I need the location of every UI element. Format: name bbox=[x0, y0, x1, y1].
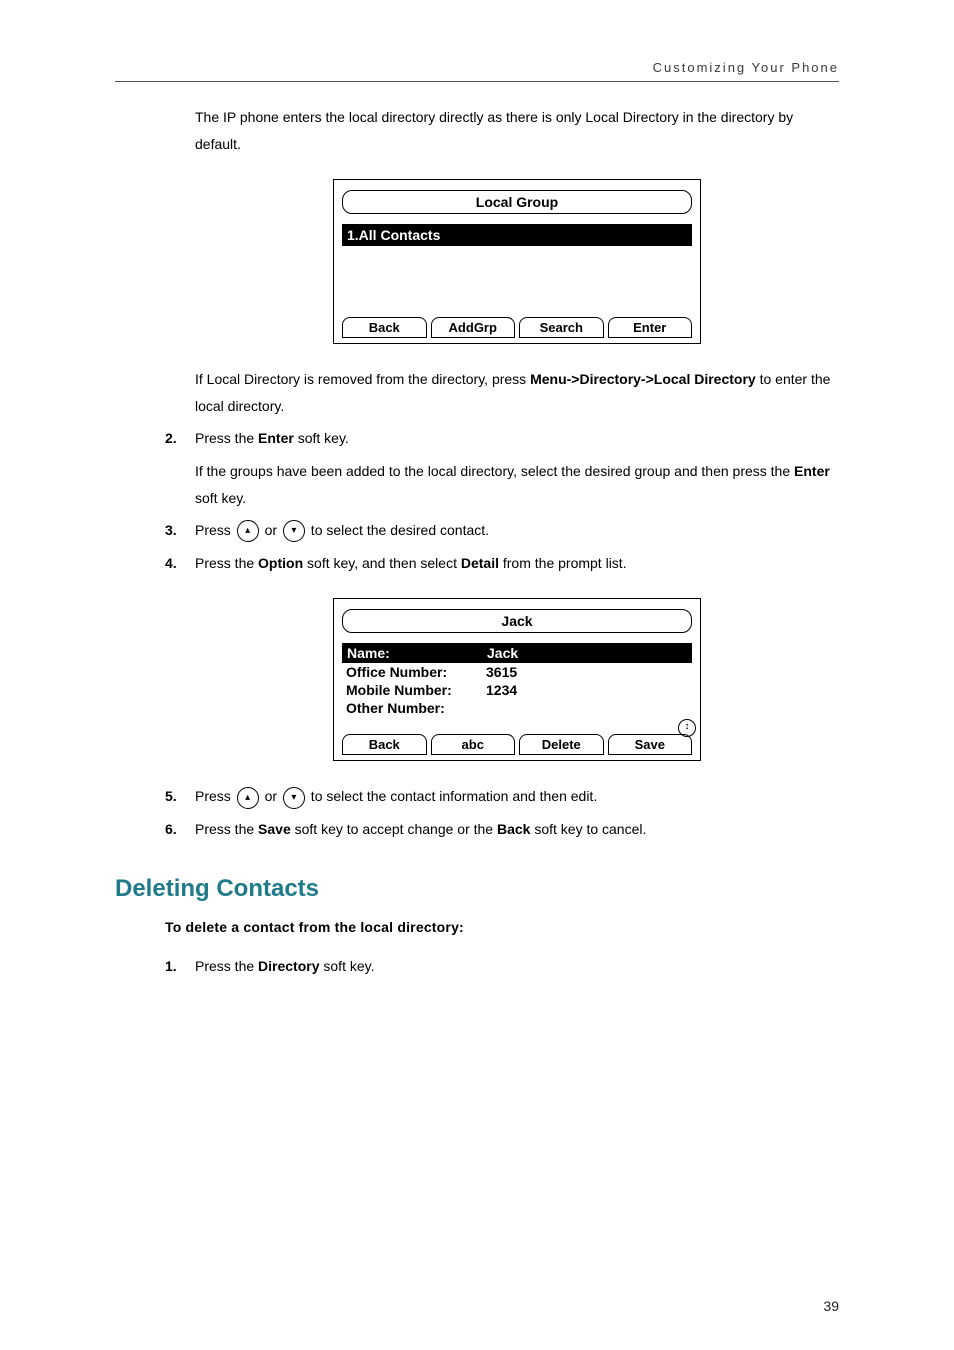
lcd-field-row: Other Number: bbox=[342, 699, 692, 717]
lcd-softkeys: BackAddGrpSearchEnter bbox=[342, 316, 692, 337]
softkey-addgrp: AddGrp bbox=[431, 317, 516, 338]
softkey-back: Back bbox=[342, 317, 427, 338]
page-number: 39 bbox=[823, 1298, 839, 1314]
figure-contact-detail: Jack Name:JackOffice Number:3615Mobile N… bbox=[195, 598, 839, 761]
running-head: Customizing Your Phone bbox=[115, 60, 839, 81]
step-text: Press ▴ or ▾ to select the desired conta… bbox=[195, 522, 489, 538]
bold-term: Detail bbox=[461, 555, 499, 571]
lcd-field-row: Name:Jack bbox=[342, 643, 692, 663]
step-item: 5. Press ▴ or ▾ to select the contact inf… bbox=[115, 783, 839, 810]
step-number: 6. bbox=[165, 816, 177, 843]
bold-term: Save bbox=[258, 821, 291, 837]
figure-local-group: Local Group 1.All Contacts BackAddGrpSea… bbox=[195, 179, 839, 344]
lcd-field-label: Name: bbox=[347, 645, 487, 661]
subheading: To delete a contact from the local direc… bbox=[165, 919, 839, 935]
menu-path: Menu->Directory->Local Directory bbox=[530, 371, 756, 387]
step-text: Press ▴ or ▾ to select the contact infor… bbox=[195, 788, 597, 804]
section-heading-deleting-contacts: Deleting Contacts bbox=[115, 875, 839, 903]
step-body: If the groups have been added to the loc… bbox=[195, 458, 839, 511]
softkey-save: Save bbox=[608, 734, 693, 755]
lcd-title: Jack bbox=[342, 609, 692, 633]
nav-down-icon: ▾ bbox=[283, 520, 305, 542]
lcd-field-value: 1234 bbox=[486, 682, 688, 698]
step-item: 6. Press the Save soft key to accept chan… bbox=[115, 816, 839, 843]
lcd-body: Name:JackOffice Number:3615Mobile Number… bbox=[342, 643, 692, 733]
bold-term: Option bbox=[258, 555, 303, 571]
nav-up-icon: ▴ bbox=[237, 520, 259, 542]
softkey-search: Search bbox=[519, 317, 604, 338]
step-number: 3. bbox=[165, 517, 177, 544]
steps-list-b: 5. Press ▴ or ▾ to select the contact inf… bbox=[115, 783, 839, 842]
lcd-field-value: 3615 bbox=[486, 664, 688, 680]
bold-term: Back bbox=[497, 821, 530, 837]
lcd-softkeys: BackabcDeleteSave bbox=[342, 733, 692, 754]
nav-up-icon: ▴ bbox=[237, 787, 259, 809]
lcd-field-value bbox=[486, 700, 688, 716]
lcd-field-value: Jack bbox=[487, 645, 687, 661]
intro-text: The IP phone enters the local directory … bbox=[195, 104, 839, 157]
intro-paragraph: The IP phone enters the local directory … bbox=[195, 104, 839, 157]
bold-term: Enter bbox=[258, 430, 294, 446]
softkey-enter: Enter bbox=[608, 317, 693, 338]
softkey-abc: abc bbox=[431, 734, 516, 755]
step-item: 4. Press the Option soft key, and then se… bbox=[115, 550, 839, 577]
step-text: Press the Save soft key to accept change… bbox=[195, 821, 646, 837]
softkey-delete: Delete bbox=[519, 734, 604, 755]
lcd-field-label: Office Number: bbox=[346, 664, 486, 680]
step-number: 1. bbox=[165, 953, 177, 980]
lcd-title: Local Group bbox=[342, 190, 692, 214]
step-number: 5. bbox=[165, 783, 177, 810]
step-text: Press the Directory soft key. bbox=[195, 958, 374, 974]
step-item: 1. Press the Directory soft key. bbox=[115, 953, 839, 980]
lcd-field-label: Mobile Number: bbox=[346, 682, 486, 698]
steps-list-a: 2. Press the Enter soft key. If the groups… bbox=[115, 425, 839, 576]
step-item: 3. Press ▴ or ▾ to select the desired con… bbox=[115, 517, 839, 544]
lcd-screen-2: Jack Name:JackOffice Number:3615Mobile N… bbox=[333, 598, 701, 761]
bold-term: Directory bbox=[258, 958, 319, 974]
lcd-field-label: Other Number: bbox=[346, 700, 486, 716]
step-item: 2. Press the Enter soft key. If the groups… bbox=[115, 425, 839, 511]
nav-down-icon: ▾ bbox=[283, 787, 305, 809]
step-number: 2. bbox=[165, 425, 177, 452]
text-fragment: If Local Directory is removed from the d… bbox=[195, 371, 530, 387]
after-figure1-paragraph: If Local Directory is removed from the d… bbox=[195, 366, 839, 419]
softkey-back: Back bbox=[342, 734, 427, 755]
step-text: Press the Enter soft key. bbox=[195, 430, 349, 446]
step-text: Press the Option soft key, and then sele… bbox=[195, 555, 627, 571]
lcd-selected-item: 1.All Contacts bbox=[342, 224, 692, 246]
steps-list-c: 1. Press the Directory soft key. bbox=[115, 953, 839, 980]
step-number: 4. bbox=[165, 550, 177, 577]
lcd-field-row: Mobile Number:1234 bbox=[342, 681, 692, 699]
lcd-screen-1: Local Group 1.All Contacts BackAddGrpSea… bbox=[333, 179, 701, 344]
header-rule bbox=[115, 81, 839, 82]
lcd-field-row: Office Number:3615 bbox=[342, 663, 692, 681]
bold-term: Enter bbox=[794, 463, 830, 479]
